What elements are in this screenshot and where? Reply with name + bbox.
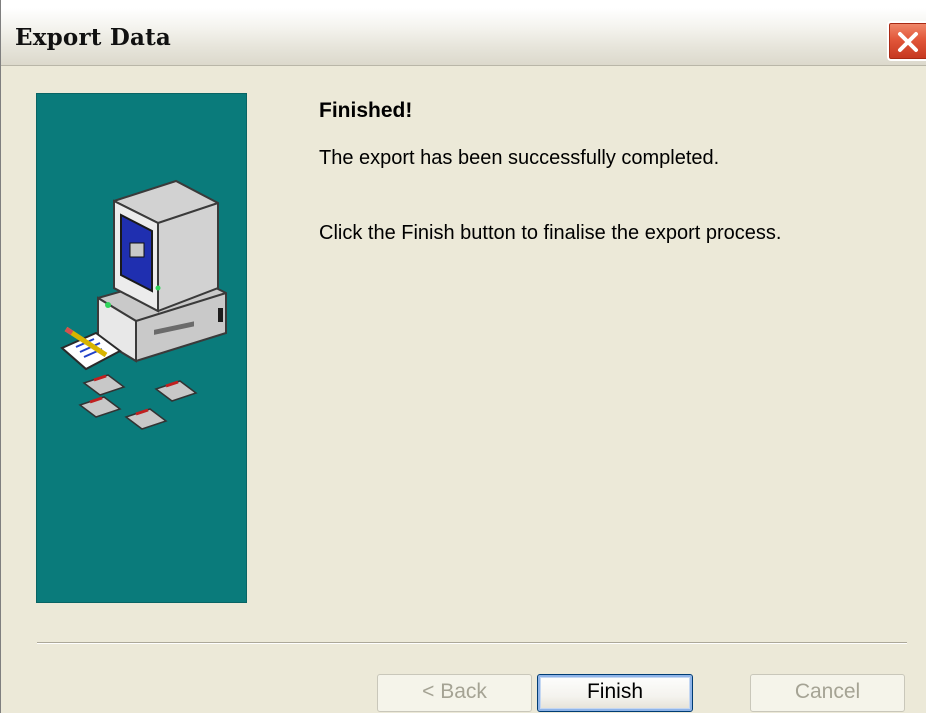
export-data-dialog: Export Data Finished! The export has bee… — [0, 0, 926, 713]
success-message: The export has been successfully complet… — [319, 147, 720, 169]
close-button[interactable] — [887, 21, 926, 61]
close-icon — [898, 32, 918, 52]
button-separator — [37, 642, 907, 644]
finish-instruction: Click the Finish button to finalise the … — [319, 222, 782, 244]
finished-heading: Finished! — [319, 99, 413, 122]
title-bar[interactable]: Export Data — [1, 8, 926, 66]
back-button[interactable]: < Back — [377, 674, 532, 712]
cancel-button[interactable]: Cancel — [750, 674, 905, 712]
computer-icon — [97, 179, 227, 363]
computer-floppy-illustration — [60, 179, 227, 430]
floppy-disk-icon — [78, 374, 198, 430]
wizard-side-panel — [36, 93, 247, 603]
window-top-border — [1, 0, 926, 8]
window-title: Export Data — [15, 24, 171, 51]
finish-button[interactable]: Finish — [537, 674, 693, 712]
